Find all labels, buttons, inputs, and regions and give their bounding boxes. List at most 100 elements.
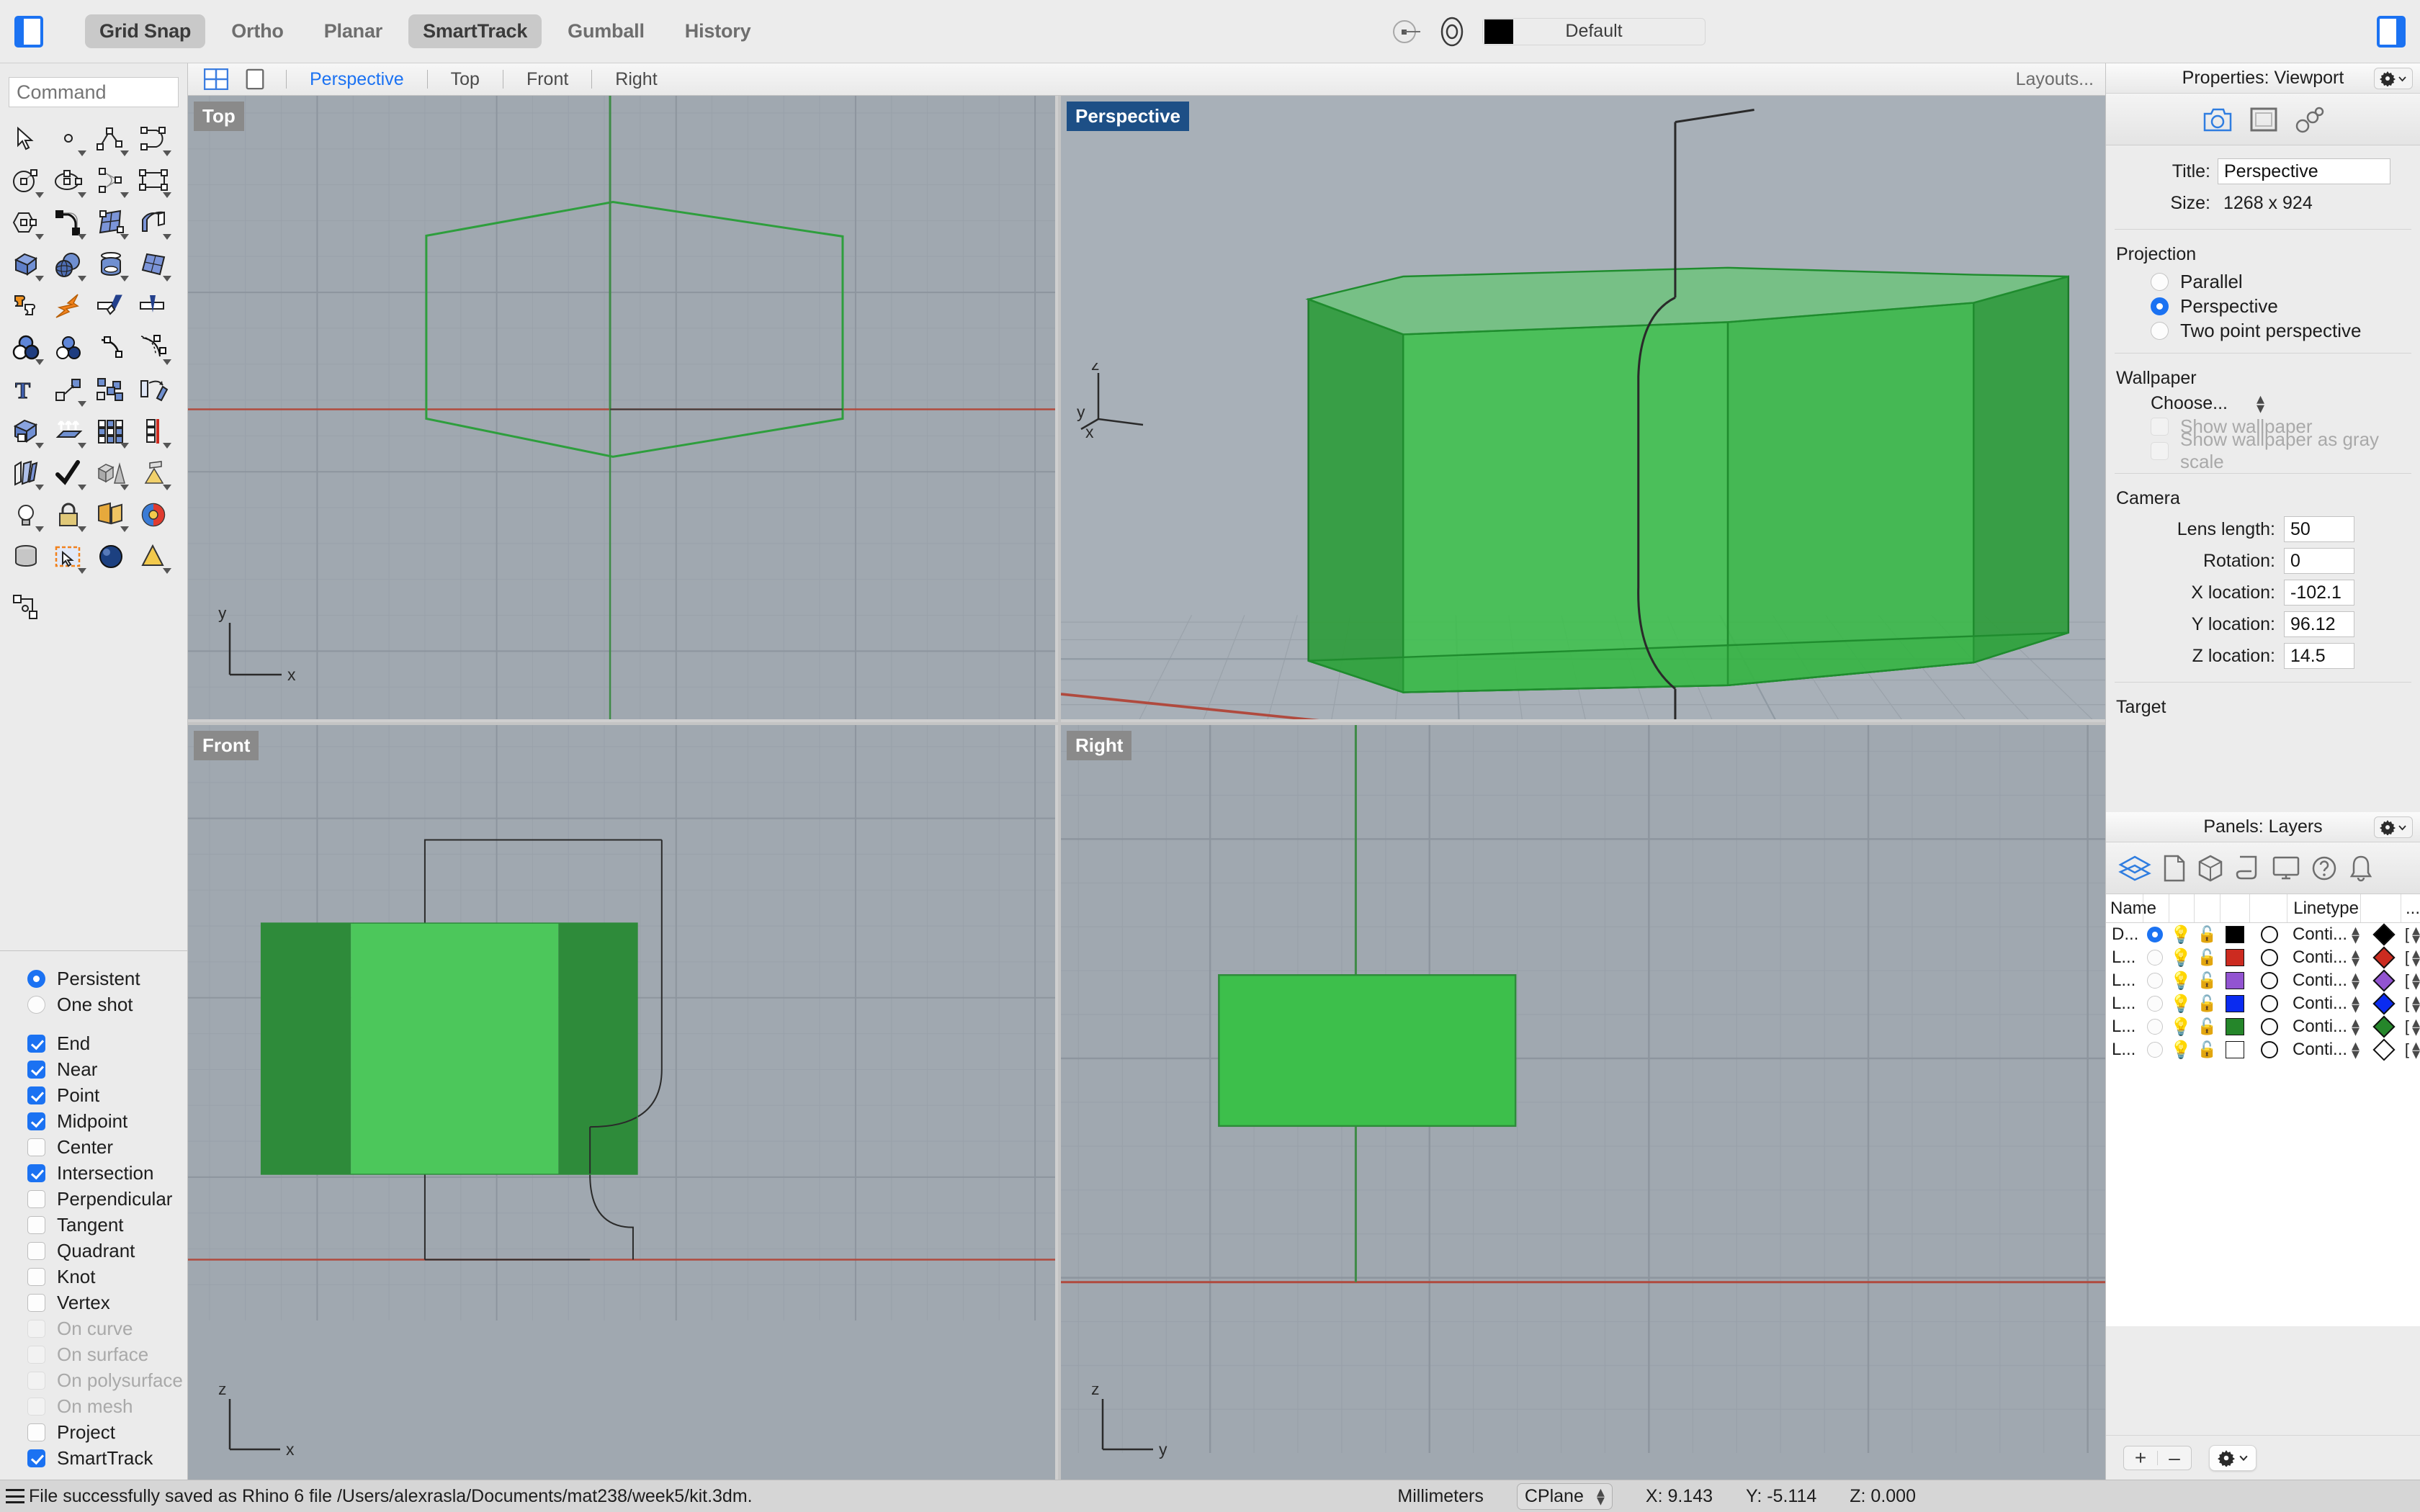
camera-icon[interactable] xyxy=(2202,106,2233,133)
material-selector[interactable]: Default xyxy=(1482,17,1706,45)
layer-name[interactable]: L... xyxy=(2106,948,2142,968)
properties-gear-dropdown-icon[interactable] xyxy=(2374,68,2413,89)
chevron-up-down-icon[interactable]: ▴ ▾ xyxy=(2352,1037,2360,1061)
tab-top[interactable]: Top xyxy=(439,69,491,90)
layer-current-radio[interactable] xyxy=(2146,927,2163,942)
table-row[interactable]: L... 💡 🔓 Conti... ▴ ▾ [▴ ▾ xyxy=(2106,1037,2420,1061)
checkbox-knot[interactable] xyxy=(27,1267,45,1286)
sphere-color-icon[interactable] xyxy=(132,494,174,536)
chevron-up-down-icon[interactable]: ▴ ▾ xyxy=(2412,968,2420,992)
layer-lock-icon[interactable]: 🔓 xyxy=(2197,971,2216,990)
osnap-item-knot[interactable]: Knot xyxy=(0,1264,187,1290)
osnap-item-tangent[interactable]: Tangent xyxy=(0,1212,187,1238)
layer-color-swatch[interactable] xyxy=(2226,972,2245,989)
osnap-icon[interactable] xyxy=(4,586,47,628)
osnap-item-quadrant[interactable]: Quadrant xyxy=(0,1238,187,1264)
four-view-layout-icon[interactable] xyxy=(204,68,228,90)
osnap-mode-one-shot[interactable]: One shot xyxy=(0,991,187,1017)
checkbox-near[interactable] xyxy=(27,1060,45,1079)
chevron-up-down-icon[interactable]: ▴ ▾ xyxy=(2352,968,2360,992)
toggle-smarttrack[interactable]: SmartTrack xyxy=(408,14,542,48)
shade-icon[interactable] xyxy=(89,452,132,494)
box-icon[interactable] xyxy=(4,243,47,285)
render-icon[interactable] xyxy=(132,452,174,494)
curve-icon[interactable] xyxy=(89,160,132,202)
checkbox-project[interactable] xyxy=(27,1423,45,1441)
tab-front[interactable]: Front xyxy=(515,69,580,90)
solid-box-icon[interactable] xyxy=(4,410,47,452)
cube-icon[interactable] xyxy=(2197,854,2224,883)
wallpaper-choose-select[interactable]: Choose... ▴ ▾ xyxy=(2151,391,2420,415)
arc-icon[interactable] xyxy=(132,118,174,160)
surface-from-curves-icon[interactable] xyxy=(89,202,132,243)
layouts-button[interactable]: Layouts... xyxy=(2016,69,2094,90)
union-icon[interactable] xyxy=(4,327,47,369)
offset-curve-icon[interactable] xyxy=(89,327,132,369)
projection-option-perspective[interactable]: Perspective xyxy=(2106,294,2420,318)
explode-icon[interactable] xyxy=(47,285,89,327)
layer-lock-icon[interactable]: 🔓 xyxy=(2197,925,2216,944)
move-icon[interactable] xyxy=(47,369,89,410)
cylinder-icon[interactable] xyxy=(89,243,132,285)
offset-dashed-icon[interactable] xyxy=(132,327,174,369)
polygon-icon[interactable] xyxy=(4,202,47,243)
layer-name[interactable]: L... xyxy=(2106,1017,2142,1037)
layer-print-color[interactable] xyxy=(2372,992,2396,1015)
hamburger-icon[interactable] xyxy=(6,1489,24,1503)
table-row[interactable]: D... 💡 🔓 Conti... ▴ ▾ [▴ ▾ xyxy=(2106,922,2420,946)
layer-material-icon[interactable] xyxy=(2260,972,2278,989)
layer-name[interactable]: L... xyxy=(2106,994,2142,1014)
split-surface-icon[interactable] xyxy=(4,452,47,494)
scroll-icon[interactable] xyxy=(2234,854,2262,883)
lens-length-input[interactable] xyxy=(2284,516,2354,542)
layer-color-swatch[interactable] xyxy=(2226,926,2245,943)
object-properties-icon[interactable] xyxy=(1438,16,1466,48)
toggle-grid-snap[interactable]: Grid Snap xyxy=(85,14,206,48)
layer-print-color[interactable] xyxy=(2372,1038,2396,1061)
layer-lock-icon[interactable]: 🔓 xyxy=(2197,1040,2216,1059)
layer-visibility-bulb-icon[interactable]: 💡 xyxy=(2170,948,2192,968)
osnap-item-vertex[interactable]: Vertex xyxy=(0,1290,187,1315)
layers-options-gear-icon[interactable] xyxy=(2209,1444,2257,1471)
layer-print-color[interactable] xyxy=(2372,969,2396,992)
point-icon[interactable] xyxy=(47,118,89,160)
viewport-front[interactable]: Front z x xyxy=(188,725,1058,1480)
chevron-up-down-icon[interactable]: ▴ ▾ xyxy=(2352,991,2360,1015)
projection-option-parallel[interactable]: Parallel xyxy=(2106,269,2420,294)
camera-icon[interactable] xyxy=(89,494,132,536)
projection-option-two-point[interactable]: Two point perspective xyxy=(2106,318,2420,343)
remove-layer-button[interactable]: – xyxy=(2158,1446,2191,1469)
checkbox-smarttrack[interactable] xyxy=(27,1449,45,1467)
layer-linetype[interactable]: Conti... xyxy=(2293,924,2347,945)
osnap-item-point[interactable]: Point xyxy=(0,1082,187,1108)
links-icon[interactable] xyxy=(2294,106,2324,133)
radio-two-point-perspective[interactable] xyxy=(2151,321,2169,340)
cplane-selector[interactable]: CPlane ▴ ▾ xyxy=(1516,1482,1613,1510)
chevron-up-down-icon[interactable]: ▴ ▾ xyxy=(2412,922,2420,946)
table-row[interactable]: L... 💡 🔓 Conti... ▴ ▾ [▴ ▾ xyxy=(2106,991,2420,1015)
checkbox-point[interactable] xyxy=(27,1086,45,1104)
sphere-shade-icon[interactable] xyxy=(89,536,132,577)
checkbox-vertex[interactable] xyxy=(27,1293,45,1312)
text-icon[interactable]: T xyxy=(4,369,47,410)
extrude-up-icon[interactable] xyxy=(47,410,89,452)
single-view-layout-icon[interactable] xyxy=(243,68,267,90)
radio-one-shot[interactable] xyxy=(27,995,45,1014)
checkbox-quadrant[interactable] xyxy=(27,1241,45,1260)
layer-lock-icon[interactable]: 🔓 xyxy=(2197,1017,2216,1036)
viewport-title-front[interactable]: Front xyxy=(194,731,259,760)
display-icon[interactable] xyxy=(2272,854,2300,883)
osnap-item-near[interactable]: Near xyxy=(0,1056,187,1082)
layer-linetype[interactable]: Conti... xyxy=(2293,971,2347,991)
page-icon[interactable] xyxy=(2162,854,2187,883)
rotate-icon[interactable] xyxy=(132,369,174,410)
circle-icon[interactable] xyxy=(4,160,47,202)
layer-print-color[interactable] xyxy=(2372,946,2396,969)
chevron-up-down-icon[interactable]: ▴ ▾ xyxy=(2412,991,2420,1015)
difference-icon[interactable] xyxy=(47,327,89,369)
extrude-surface-icon[interactable] xyxy=(132,202,174,243)
viewport-title-input[interactable] xyxy=(2218,158,2390,184)
toggle-gumball[interactable]: Gumball xyxy=(553,14,659,48)
layer-name[interactable]: L... xyxy=(2106,1040,2142,1060)
toggle-ortho[interactable]: Ortho xyxy=(217,14,298,48)
